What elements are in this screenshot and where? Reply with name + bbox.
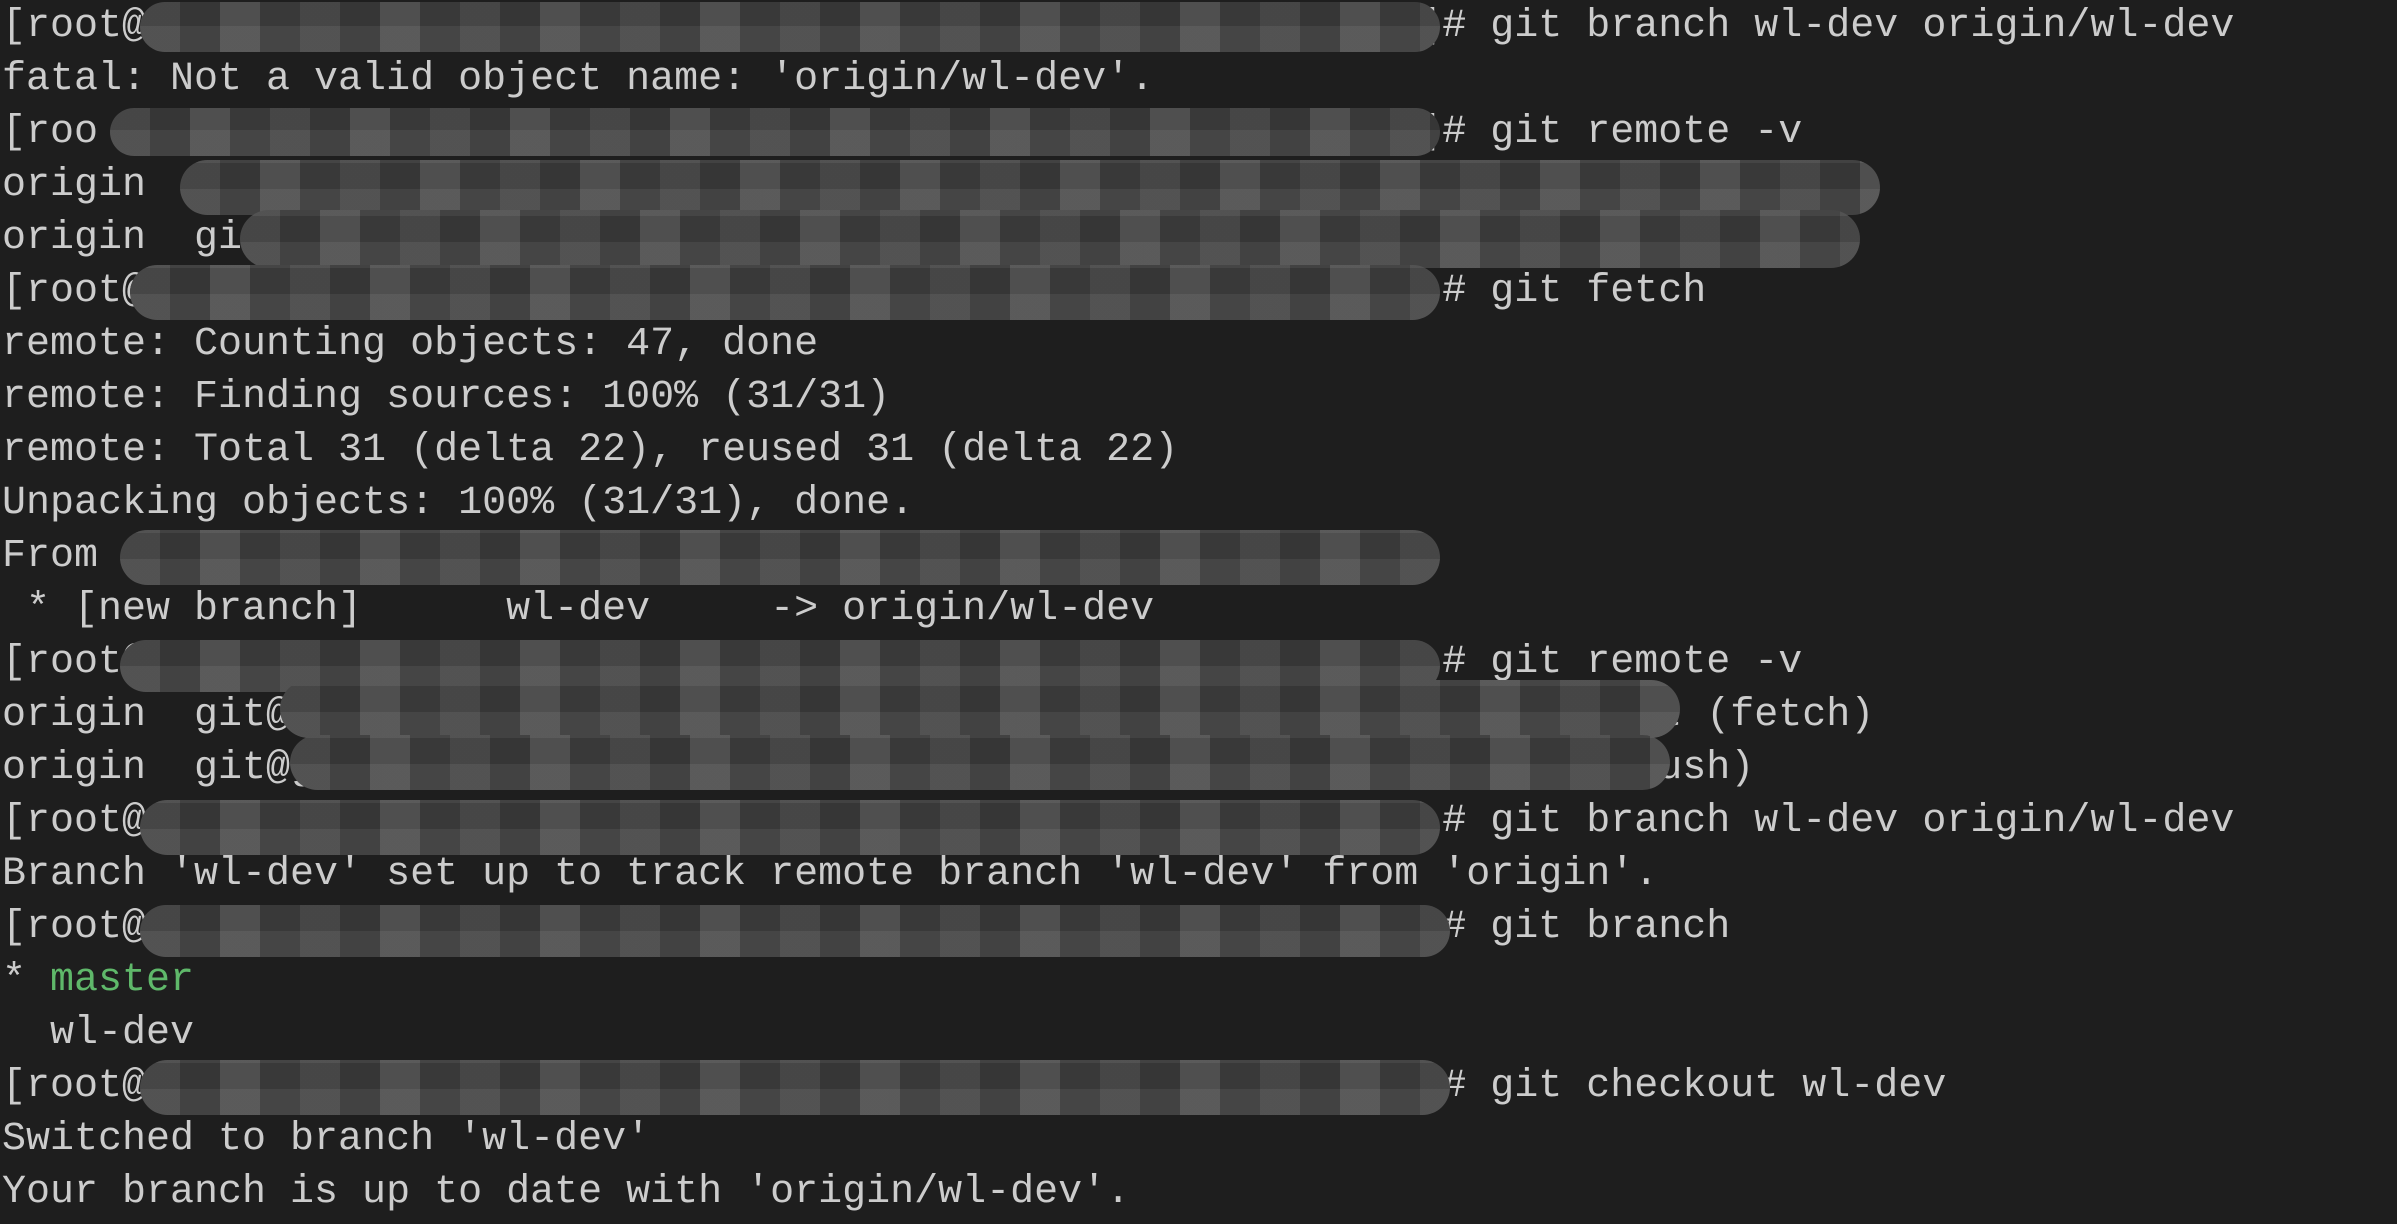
current-branch-name: master <box>50 958 195 1003</box>
redaction-mosaic <box>130 265 1440 320</box>
redaction-mosaic <box>290 735 1670 790</box>
terminal-text: remote: Finding sources: 100% (31/31) <box>2 375 891 420</box>
terminal-text: Branch 'wl-dev' set up to track remote b… <box>2 852 1659 897</box>
terminal-line: * [new branch] wl-dev -> origin/wl-dev <box>2 583 1154 636</box>
terminal-text: From <box>2 534 99 579</box>
redaction-mosaic <box>140 800 1440 855</box>
terminal-text: remote: Total 31 (delta 22), reused 31 (… <box>2 428 1179 473</box>
redaction-mosaic <box>120 530 1440 585</box>
terminal-line: wl-dev <box>2 1007 194 1060</box>
terminal-text: fatal: Not a valid object name: 'origin/… <box>2 57 1155 102</box>
redaction-mosaic <box>180 160 1880 215</box>
terminal-text: * [new branch] wl-dev -> origin/wl-dev <box>2 587 1155 632</box>
terminal-line: remote: Total 31 (delta 22), reused 31 (… <box>2 424 1178 477</box>
terminal-line: remote: Finding sources: 100% (31/31) <box>2 371 890 424</box>
terminal-line: * master <box>2 954 194 1007</box>
terminal-text: * <box>2 958 51 1003</box>
terminal-line: remote: Counting objects: 47, done <box>2 318 818 371</box>
terminal-line: Switched to branch 'wl-dev' <box>2 1113 650 1166</box>
terminal-line: Branch 'wl-dev' set up to track remote b… <box>2 848 1658 901</box>
terminal-line: origin <box>2 159 146 212</box>
terminal-line: fatal: Not a valid object name: 'origin/… <box>2 53 1154 106</box>
terminal-text: origin <box>2 163 147 208</box>
terminal-text: Switched to branch 'wl-dev' <box>2 1117 651 1162</box>
redaction-mosaic <box>280 680 1680 738</box>
redaction-mosaic <box>140 1060 1450 1115</box>
redaction-mosaic <box>110 108 1440 156</box>
terminal-line: Your branch is up to date with 'origin/w… <box>2 1166 1130 1219</box>
terminal-text: remote: Counting objects: 47, done <box>2 322 819 367</box>
redaction-mosaic <box>140 905 1450 957</box>
terminal-text: wl-dev <box>2 1011 195 1056</box>
terminal-text: Your branch is up to date with 'origin/w… <box>2 1170 1131 1215</box>
terminal-line: Unpacking objects: 100% (31/31), done. <box>2 477 914 530</box>
redaction-mosaic <box>140 2 1440 52</box>
terminal-line: From <box>2 530 98 583</box>
terminal-line: origin gi <box>2 212 242 265</box>
terminal-text: origin gi <box>2 216 243 261</box>
terminal-text: Unpacking objects: 100% (31/31), done. <box>2 481 915 526</box>
redaction-mosaic <box>240 210 1860 268</box>
